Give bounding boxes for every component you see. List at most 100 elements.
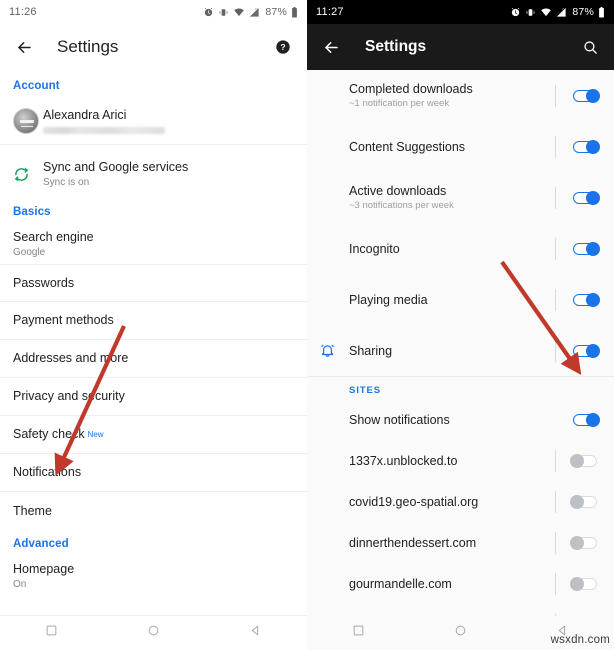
notification-row[interactable]: Content Suggestions <box>307 121 614 172</box>
notification-row[interactable]: Incognito <box>307 223 614 274</box>
battery-icon <box>291 6 298 18</box>
vibrate-icon <box>525 7 536 18</box>
bell-icon <box>319 342 349 359</box>
row-divider <box>555 531 556 554</box>
sidebar-item-notifications[interactable]: Notifications <box>0 454 307 492</box>
row-divider <box>555 237 556 260</box>
row-texts: Playing media <box>349 292 555 308</box>
sidebar-item-addresses[interactable]: Addresses and more <box>0 340 307 378</box>
alarm-icon <box>510 7 521 18</box>
toggle-playing-media[interactable] <box>570 292 600 307</box>
homepage-sub: On <box>13 578 27 590</box>
row-divider <box>555 572 556 595</box>
left-settings-list: Account Alexandra Arici Sync and Google … <box>0 70 307 596</box>
toggle-site-1337x[interactable] <box>570 453 600 468</box>
toggle-site-dinnerthendessert[interactable] <box>570 535 600 550</box>
row-title: Completed downloads <box>349 82 473 96</box>
sidebar-item-theme[interactable]: Theme <box>0 492 307 530</box>
row-texts: Active downloads ~3 notifications per we… <box>349 183 555 212</box>
row-texts: gourmandelle.com <box>349 576 555 592</box>
screenshot-root: 11:26 87% Settings ? Account Alexandra A… <box>0 0 614 650</box>
row-title: covid19.geo-spatial.org <box>349 494 479 509</box>
circle-icon[interactable] <box>454 624 467 642</box>
back-arrow-icon[interactable] <box>12 35 36 59</box>
notification-row[interactable]: Completed downloads ~1 notification per … <box>307 70 614 121</box>
notifications-title: Notifications <box>13 465 82 479</box>
sync-row[interactable]: Sync and Google services Sync is on <box>0 152 307 196</box>
sync-texts: Sync and Google services Sync is on <box>43 160 294 189</box>
row-divider <box>555 490 556 513</box>
row-divider <box>555 288 556 311</box>
notification-row[interactable]: Sharing <box>307 325 614 376</box>
account-texts: Alexandra Arici <box>43 108 294 134</box>
left-phone-panel: 11:26 87% Settings ? Account Alexandra A… <box>0 0 307 650</box>
passwords-title: Passwords <box>13 275 75 290</box>
help-circle-icon[interactable]: ? <box>271 35 295 59</box>
toggle-completed-downloads[interactable] <box>570 88 600 103</box>
account-email-redacted <box>43 127 165 134</box>
sidebar-item-safety-check[interactable]: Safety check New <box>0 416 307 454</box>
account-divider <box>0 144 307 152</box>
status-time: 11:26 <box>9 6 37 18</box>
site-row[interactable]: 1337x.unblocked.to <box>307 440 614 481</box>
site-row[interactable]: Show notifications <box>307 400 614 440</box>
alarm-icon <box>203 7 214 18</box>
privacy-security-title: Privacy and security <box>13 389 125 403</box>
left-status-bar: 11:26 87% <box>0 0 307 24</box>
toggle-sharing[interactable] <box>570 343 600 358</box>
row-texts: Completed downloads ~1 notification per … <box>349 81 555 110</box>
row-divider <box>555 84 556 107</box>
search-icon[interactable] <box>578 35 602 59</box>
toggle-site-covid19[interactable] <box>570 494 600 509</box>
payment-methods-title: Payment methods <box>13 313 114 327</box>
section-header-account: Account <box>13 80 60 92</box>
notification-row[interactable]: Playing media <box>307 274 614 325</box>
sidebar-item-privacy-security[interactable]: Privacy and security <box>0 378 307 416</box>
toggle-site-gourmandelle[interactable] <box>570 576 600 591</box>
avatar <box>13 108 43 134</box>
row-divider <box>555 186 556 209</box>
notifications-list: Completed downloads ~1 notification per … <box>307 70 614 645</box>
notification-row[interactable]: Active downloads ~3 notifications per we… <box>307 172 614 223</box>
homepage-title: Homepage <box>13 561 75 576</box>
left-nav-bar <box>0 615 307 650</box>
account-row[interactable]: Alexandra Arici <box>0 98 307 144</box>
circle-icon[interactable] <box>147 624 160 642</box>
row-title: 1337x.unblocked.to <box>349 453 458 468</box>
sidebar-item-search-engine[interactable]: Search engine Google <box>0 224 307 264</box>
search-engine-sub: Google <box>13 246 46 258</box>
row-texts: Content Suggestions <box>349 139 555 155</box>
safety-check-title: Safety check <box>13 427 85 441</box>
row-title: gourmandelle.com <box>349 576 452 591</box>
row-divider <box>555 409 556 431</box>
site-row[interactable]: covid19.geo-spatial.org <box>307 481 614 522</box>
status-time: 11:27 <box>316 6 344 18</box>
right-phone-panel: 11:27 87% Settings Completed downloads ~… <box>307 0 614 650</box>
search-engine-title: Search engine <box>13 229 94 244</box>
site-row[interactable]: gourmandelle.com <box>307 563 614 604</box>
row-title: Sharing <box>349 343 393 358</box>
toggle-active-downloads[interactable] <box>570 190 600 205</box>
signal-icon <box>249 7 260 18</box>
sidebar-item-passwords[interactable]: Passwords <box>0 264 307 302</box>
toggle-incognito[interactable] <box>570 241 600 256</box>
sidebar-item-homepage[interactable]: Homepage On <box>0 556 307 596</box>
section-header-basics: Basics <box>13 206 51 218</box>
row-title: Show notifications <box>349 413 450 427</box>
square-icon[interactable] <box>352 624 365 642</box>
right-status-bar: 11:27 87% <box>307 0 614 24</box>
row-texts: dinnerthendessert.com <box>349 535 555 551</box>
sidebar-item-payment-methods[interactable]: Payment methods <box>0 302 307 340</box>
addresses-title: Addresses and more <box>13 351 129 365</box>
toggle-content-suggestions[interactable] <box>570 139 600 154</box>
section-header-sites: SITES <box>307 377 614 400</box>
square-icon[interactable] <box>45 624 58 642</box>
site-row[interactable]: dinnerthendessert.com <box>307 522 614 563</box>
status-icons: 87% <box>510 6 605 18</box>
row-texts: 1337x.unblocked.to <box>349 453 555 469</box>
back-arrow-icon[interactable] <box>319 35 343 59</box>
row-texts: Sharing <box>349 343 555 359</box>
svg-text:?: ? <box>280 42 285 52</box>
triangle-back-icon[interactable] <box>249 624 262 642</box>
toggle-show-notifications[interactable] <box>570 413 600 427</box>
